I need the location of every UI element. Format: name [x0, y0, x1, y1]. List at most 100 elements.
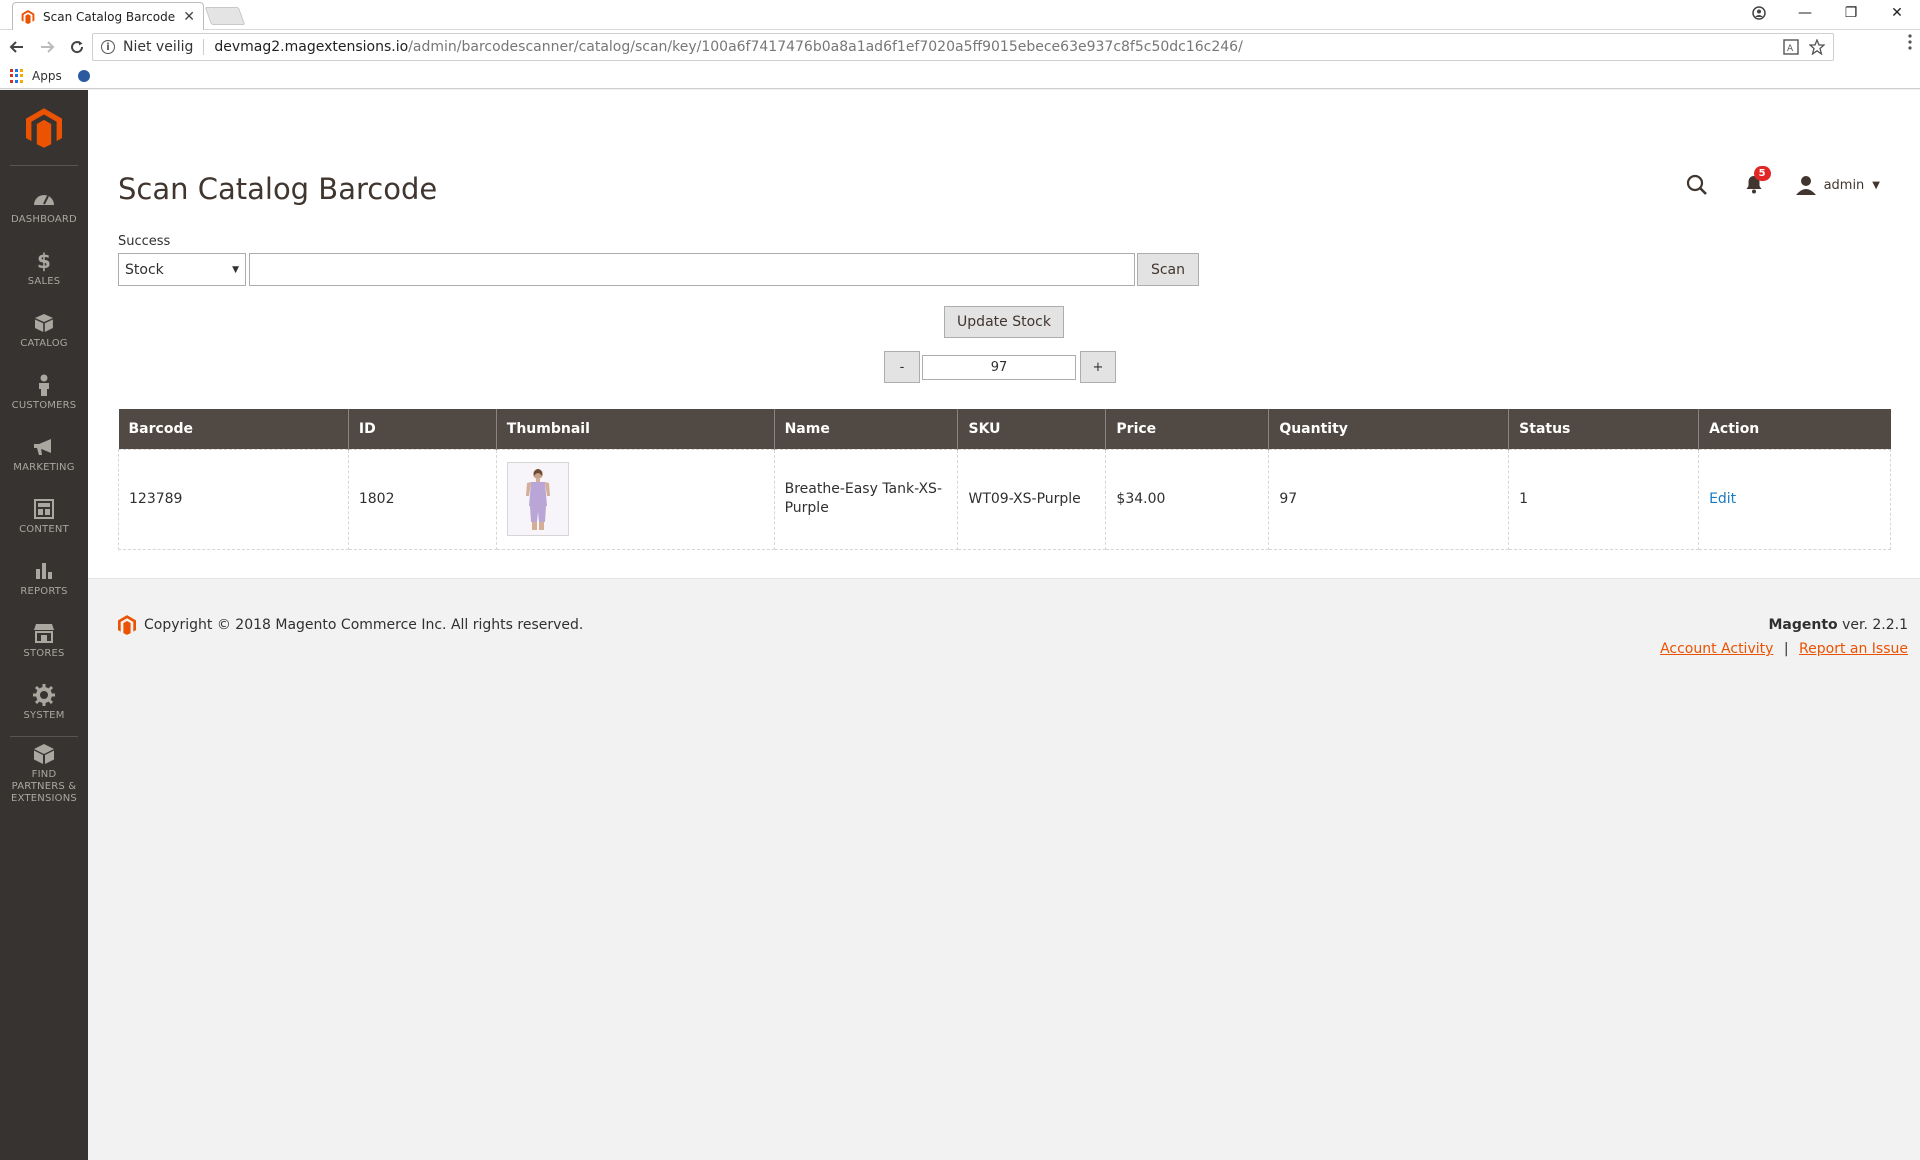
- bookmark-star-icon[interactable]: [1809, 39, 1825, 55]
- back-arrow-icon[interactable]: [4, 34, 30, 60]
- info-icon[interactable]: i: [101, 40, 115, 54]
- header-actions: 5 admin ▼: [1686, 166, 1880, 196]
- window-close-button[interactable]: ✕: [1874, 0, 1920, 26]
- column-header-thumbnail[interactable]: Thumbnail: [495, 409, 775, 449]
- sidebar-item-label: CATALOG: [20, 338, 68, 349]
- version-brand: Magento: [1768, 617, 1838, 633]
- main-content: Scan Catalog Barcode 5 admin ▼ Success S…: [88, 90, 1920, 1160]
- column-header-name[interactable]: Name: [773, 409, 958, 449]
- address-bar[interactable]: i Niet veilig devmag2.magextensions.io/a…: [92, 33, 1834, 61]
- column-header-price[interactable]: Price: [1105, 409, 1269, 449]
- tab-close-icon[interactable]: ✕: [183, 9, 195, 25]
- chevron-down-icon: ▼: [1872, 179, 1880, 191]
- sidebar-item-reports[interactable]: REPORTS: [0, 548, 88, 610]
- sidebar-item-catalog[interactable]: CATALOG: [0, 300, 88, 362]
- cell-id: 1802: [347, 448, 497, 550]
- omnibox-divider: [203, 39, 205, 55]
- sidebar-item-find-partners[interactable]: FIND PARTNERS & EXTENSIONS: [0, 739, 88, 809]
- update-stock-button[interactable]: Update Stock: [944, 306, 1064, 338]
- page-title: Scan Catalog Barcode: [118, 172, 438, 206]
- person-icon: [33, 374, 55, 396]
- page-footer: Copyright © 2018 Magento Commerce Inc. A…: [88, 578, 1920, 698]
- reload-icon[interactable]: [64, 34, 90, 60]
- sidebar-item-dashboard[interactable]: DASHBOARD: [0, 176, 88, 238]
- scan-mode-select[interactable]: Stock ▼: [118, 253, 246, 286]
- sidebar-item-label: MARKETING: [13, 462, 75, 473]
- account-activity-link[interactable]: Account Activity: [1660, 641, 1773, 657]
- search-icon[interactable]: [1686, 174, 1708, 196]
- sidebar-item-label: FIND PARTNERS & EXTENSIONS: [11, 769, 77, 804]
- cell-thumbnail: [495, 448, 775, 550]
- column-header-sku[interactable]: SKU: [957, 409, 1106, 449]
- footer-link-separator: |: [1783, 641, 1789, 657]
- sidebar-item-sales[interactable]: $ SALES: [0, 238, 88, 300]
- box-icon: [33, 312, 55, 334]
- magento-logo[interactable]: [10, 90, 78, 166]
- cell-status: 1: [1508, 448, 1700, 550]
- magento-logo-icon: [26, 107, 62, 148]
- quantity-input[interactable]: 97: [922, 355, 1076, 380]
- column-header-action[interactable]: Action: [1698, 409, 1891, 449]
- product-thumbnail: [506, 462, 569, 536]
- sidebar-item-marketing[interactable]: MARKETING: [0, 424, 88, 486]
- browser-menu-icon[interactable]: [1908, 34, 1912, 54]
- layout-icon: [33, 498, 55, 520]
- magento-favicon-icon: [21, 9, 35, 24]
- bar-chart-icon: [33, 560, 55, 582]
- copyright-text: Copyright © 2018 Magento Commerce Inc. A…: [144, 617, 584, 633]
- column-header-barcode[interactable]: Barcode: [118, 409, 349, 449]
- column-header-status[interactable]: Status: [1508, 409, 1699, 449]
- footer-version: Magento ver. 2.2.1: [1768, 617, 1908, 633]
- gear-icon: [33, 684, 55, 706]
- sidebar-item-label: CUSTOMERS: [11, 400, 77, 411]
- minimize-button[interactable]: —: [1782, 0, 1828, 26]
- column-header-quantity[interactable]: Quantity: [1268, 409, 1509, 449]
- sidebar-item-label: SYSTEM: [23, 710, 65, 721]
- sidebar-item-customers[interactable]: CUSTOMERS: [0, 362, 88, 424]
- quantity-decrement-button[interactable]: -: [884, 351, 920, 383]
- barcode-input[interactable]: [249, 253, 1135, 286]
- scan-button[interactable]: Scan: [1137, 253, 1199, 286]
- sidebar-item-system[interactable]: SYSTEM: [0, 672, 88, 734]
- footer-links: Account Activity | Report an Issue: [1660, 641, 1908, 657]
- cell-name: Breathe-Easy Tank-XS-Purple: [773, 448, 959, 550]
- page-area: Scan Catalog Barcode 5 admin ▼ Success S…: [88, 90, 1920, 578]
- notification-count-badge: 5: [1753, 166, 1771, 181]
- new-tab-button[interactable]: [204, 7, 246, 25]
- tab-title: Scan Catalog Barcode: [43, 9, 176, 24]
- sidebar-item-content[interactable]: CONTENT: [0, 486, 88, 548]
- restore-button[interactable]: ❐: [1828, 0, 1874, 26]
- report-issue-link[interactable]: Report an Issue: [1799, 641, 1908, 657]
- edit-link[interactable]: Edit: [1709, 491, 1736, 507]
- url-domain: devmag2.magextensions.io: [214, 39, 409, 55]
- user-avatar-icon: [1795, 176, 1816, 195]
- dollar-icon: $: [37, 249, 51, 273]
- apps-grid-icon[interactable]: [10, 69, 24, 83]
- translate-icon[interactable]: A: [1783, 39, 1799, 55]
- sidebar-item-label: DASHBOARD: [11, 214, 77, 225]
- profile-icon[interactable]: [1736, 0, 1782, 26]
- scan-status-message: Success: [118, 234, 171, 249]
- notifications-button[interactable]: 5: [1744, 166, 1771, 196]
- sidebar-item-label: SALES: [27, 276, 61, 287]
- cell-quantity: 97: [1268, 448, 1510, 550]
- cell-sku: WT09-XS-Purple: [957, 448, 1107, 550]
- footer-copyright: Copyright © 2018 Magento Commerce Inc. A…: [118, 615, 583, 635]
- column-header-id[interactable]: ID: [347, 409, 497, 449]
- sidebar-item-label: REPORTS: [20, 586, 68, 597]
- table-header-row: Barcode ID Thumbnail Name SKU Price Quan…: [118, 409, 1891, 449]
- sidebar-item-stores[interactable]: STORES: [0, 610, 88, 672]
- forward-arrow-icon[interactable]: [34, 34, 60, 60]
- cell-barcode: 123789: [118, 448, 349, 550]
- admin-sidebar: DASHBOARD $ SALES CATALOG CUSTOMERS MARK…: [0, 90, 88, 1160]
- user-name: admin: [1823, 177, 1865, 193]
- quantity-increment-button[interactable]: +: [1080, 351, 1116, 383]
- cell-action: Edit: [1698, 448, 1891, 550]
- bookmarks-bar: Apps: [0, 64, 1920, 89]
- svg-text:A: A: [1787, 44, 1794, 54]
- browser-tabstrip: Scan Catalog Barcode ✕ — ❐ ✕: [0, 0, 1920, 30]
- bookmark-dot-icon[interactable]: [77, 70, 90, 82]
- browser-tab[interactable]: Scan Catalog Barcode ✕: [12, 2, 204, 30]
- bookmark-apps[interactable]: Apps: [32, 69, 62, 83]
- user-menu[interactable]: admin ▼: [1795, 175, 1880, 195]
